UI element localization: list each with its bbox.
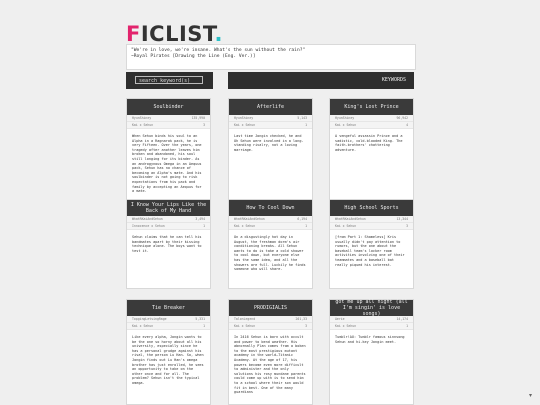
story-pairing[interactable]: Innocence x Sehun — [132, 223, 165, 229]
story-card[interactable]: How To Cool Down WhatRKaiAndSehun 6,194 Kai… — [228, 199, 313, 289]
story-meta-row-2: Kai x Sehun 3 — [229, 323, 312, 330]
story-title[interactable]: PRODIGIALIS — [229, 300, 312, 316]
story-meta-row-1: HyunShiney 135,990 — [127, 115, 210, 122]
story-summary: Like every alpha, Jongin wants to be the… — [132, 335, 204, 385]
ficlist-logo[interactable]: FICLIST. — [126, 22, 224, 46]
story-summary: Last time Jongin checked, he and Oh Sehu… — [234, 134, 304, 152]
story-author[interactable]: HyunShiney — [132, 115, 151, 121]
story-chapters: 1 — [406, 324, 408, 328]
story-pairing[interactable]: Kai x Sehun — [132, 122, 153, 128]
story-author[interactable]: WhatRKaiAndSehun — [132, 216, 163, 222]
story-meta-row-2: Kai x Sehun 3 — [330, 223, 413, 230]
story-title[interactable]: Tie Breaker — [127, 300, 210, 316]
story-meta-row-2: Kai x Sehun 1 — [330, 323, 413, 330]
story-card[interactable]: High School Sports WhatRKaiAndSehun 13,344… — [329, 199, 414, 289]
story-summary: A vengeful assassin Prince and a sadisti… — [335, 134, 403, 152]
quote-line-2: ~Royal Pirates [Drawing the Line (Eng. V… — [131, 54, 256, 59]
logo-letters: ICLIST — [140, 22, 215, 46]
story-pairing[interactable]: Kai x Sehun — [234, 122, 255, 128]
story-author[interactable]: TalonLegend — [234, 316, 255, 322]
story-pairing[interactable]: Kai x Sehun — [335, 323, 356, 329]
logo-dot: . — [214, 22, 224, 46]
story-word-count: 6,194 — [297, 217, 307, 221]
story-meta-row-2: Kai x Sehun 4 — [330, 122, 413, 129]
story-title[interactable]: King's Lost Prince — [330, 99, 413, 115]
story-card[interactable]: PRODIGIALIS TalonLegend 201,33 Kai x Sehun 3… — [228, 299, 313, 405]
story-pairing[interactable]: Kai x Sehun — [234, 223, 255, 229]
story-chapters: 3 — [406, 224, 408, 228]
quote-box: "We're in love, we're insane. What's the… — [126, 44, 416, 70]
story-summary: [from Part 1: Shameless] Kris usually di… — [335, 235, 405, 267]
story-meta-row-1: WhatRKaiAndSehun 13,344 — [330, 216, 413, 223]
logo-letter-f: F — [126, 22, 141, 46]
story-chapters: 4 — [406, 123, 408, 127]
story-card[interactable]: got me up all night (all I'm singin' is … — [329, 299, 414, 405]
story-summary: On a disgustingly hot day in August, the… — [234, 235, 306, 272]
story-chapters: 1 — [305, 123, 307, 127]
story-word-count: 3,494 — [195, 217, 205, 221]
story-summary: When Sehun binds his soul to an Alpha in… — [132, 134, 202, 194]
story-chapters: 1 — [305, 224, 307, 228]
story-title[interactable]: got me up all night (all I'm singin' is … — [330, 299, 413, 317]
story-pairing[interactable]: Kai x Sehun — [234, 323, 255, 329]
story-meta-row-1: TopgingLetsingRage 5,331 — [127, 316, 210, 323]
story-summary: In 2416 Sehun is born with occult and po… — [234, 335, 306, 395]
story-author[interactable]: WhatRKaiAndSehun — [335, 216, 366, 222]
story-title[interactable]: I Know Your Lips Like the Back of My Han… — [127, 200, 210, 216]
story-word-count: 135,990 — [191, 116, 205, 120]
story-meta-row-2: Kai x Sehun 1 — [127, 323, 210, 330]
story-chapters: 3 — [203, 123, 205, 127]
story-meta-row-2: Kai x Sehun 1 — [229, 122, 312, 129]
story-author[interactable]: Aerie — [335, 316, 345, 322]
story-meta-row-1: WhatRKaiAndSehun 6,194 — [229, 216, 312, 223]
story-meta-row-1: HyunShiney 5,143 — [229, 115, 312, 122]
story-title[interactable]: High School Sports — [330, 200, 413, 216]
story-meta-row-2: Kai x Sehun 3 — [127, 122, 210, 129]
story-title[interactable]: How To Cool Down — [229, 200, 312, 216]
story-author[interactable]: HyunShiney — [234, 115, 253, 121]
keywords-header[interactable]: KEYWORDS — [228, 72, 414, 89]
story-chapters: 1 — [203, 324, 205, 328]
story-meta-row-1: HyunShiney 96,942 — [330, 115, 413, 122]
story-word-count: 96,942 — [396, 116, 408, 120]
story-meta-row-1: WhatRKaiAndSehun 3,494 — [127, 216, 210, 223]
story-author[interactable]: WhatRKaiAndSehun — [234, 216, 265, 222]
story-title[interactable]: Soulbinder — [127, 99, 210, 115]
story-meta-row-2: Kai x Sehun 1 — [229, 223, 312, 230]
story-word-count: 5,331 — [195, 317, 205, 321]
story-author[interactable]: HyunShiney — [335, 115, 354, 121]
story-chapters: 1 — [203, 224, 205, 228]
story-meta-row-1: Aerie 14,174 — [330, 316, 413, 323]
story-pairing[interactable]: Kai x Sehun — [335, 223, 356, 229]
story-author[interactable]: TopgingLetsingRage — [132, 316, 167, 322]
scroll-corner-icon[interactable]: ▾ — [529, 392, 532, 399]
story-pairing[interactable]: Kai x Sehun — [132, 323, 153, 329]
story-word-count: 14,174 — [396, 317, 408, 321]
story-summary: Tumblr!AU: Tumblr famous sinnsong Sehun … — [335, 335, 405, 344]
story-card[interactable]: I Know Your Lips Like the Back of My Han… — [126, 199, 211, 289]
story-pairing[interactable]: Kai x Sehun — [335, 122, 356, 128]
story-word-count: 201,33 — [295, 317, 307, 321]
story-chapters: 3 — [305, 324, 307, 328]
story-card[interactable]: Tie Breaker TopgingLetsingRage 5,331 Kai x … — [126, 299, 211, 405]
search-input[interactable]: search keyword(s) — [135, 76, 203, 84]
story-word-count: 5,143 — [297, 116, 307, 120]
story-title[interactable]: Afterlife — [229, 99, 312, 115]
story-summary: Sehun claims that he can tell his bandma… — [132, 235, 202, 253]
story-meta-row-2: Innocence x Sehun 1 — [127, 223, 210, 230]
story-word-count: 13,344 — [396, 217, 408, 221]
story-meta-row-1: TalonLegend 201,33 — [229, 316, 312, 323]
search-bar: search keyword(s) — [126, 72, 213, 89]
